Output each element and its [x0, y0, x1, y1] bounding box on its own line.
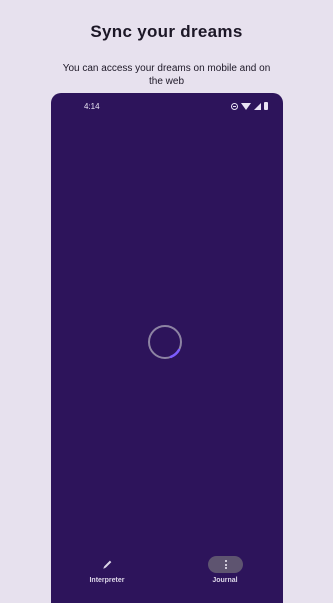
wifi-icon [241, 102, 251, 110]
bottom-navigation: Interpreter Journal [51, 548, 283, 603]
more-vertical-icon [224, 560, 227, 569]
device-screen: 4:14 Interpreter Journal [51, 93, 283, 603]
pencil-icon [103, 560, 112, 569]
status-bar: 4:14 [51, 93, 283, 121]
nav-active-indicator [208, 556, 243, 573]
loading-spinner-icon [148, 325, 182, 359]
signal-icon [254, 102, 261, 110]
nav-item-interpreter[interactable]: Interpreter [62, 548, 152, 588]
status-icons [231, 101, 268, 111]
battery-icon [264, 102, 268, 110]
status-time: 4:14 [84, 102, 100, 111]
promo-headline: Sync your dreams [90, 22, 243, 41]
nav-label-journal: Journal [212, 577, 238, 584]
do-not-disturb-icon [231, 102, 238, 110]
nav-item-journal[interactable]: Journal [180, 548, 270, 588]
promo-subtitle: You can access your dreams on mobile and… [62, 63, 271, 87]
nav-label-interpreter: Interpreter [89, 577, 125, 584]
